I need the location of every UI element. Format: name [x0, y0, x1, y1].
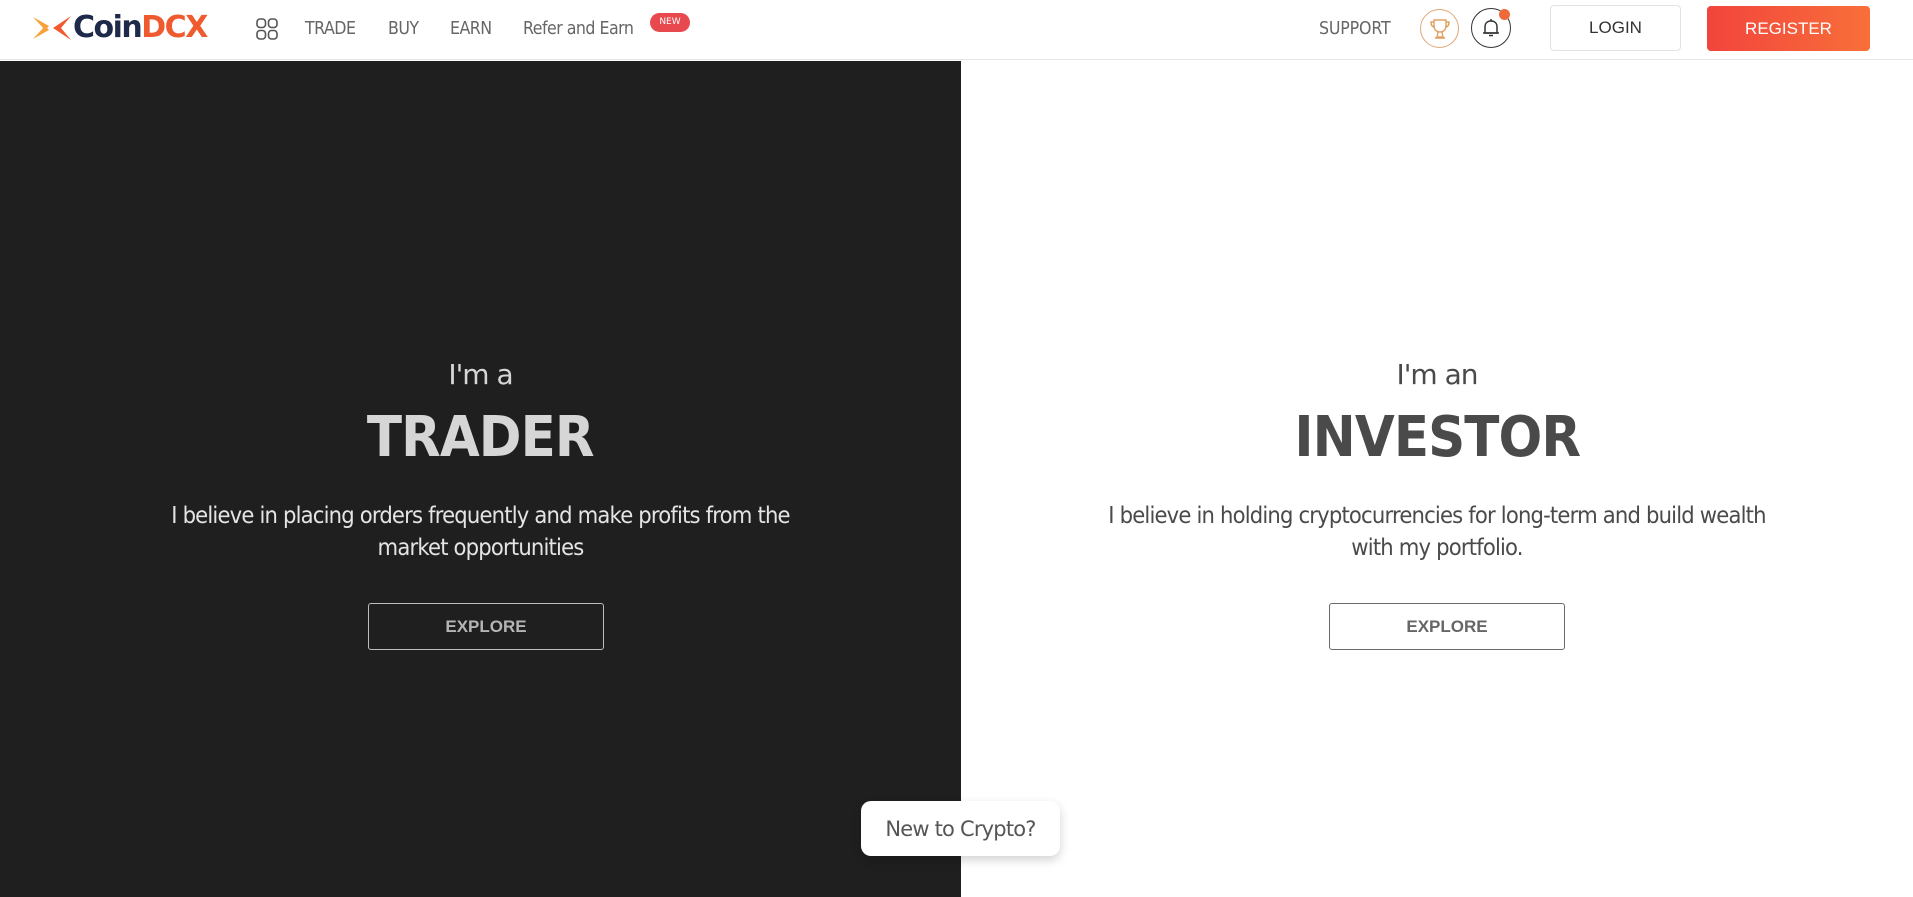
nav-support[interactable]: SUPPORT	[1319, 17, 1391, 41]
new-to-crypto-button[interactable]: New to Crypto?	[861, 801, 1060, 856]
investor-explore-button[interactable]: EXPLORE	[1329, 603, 1565, 650]
investor-description: I believe in holding cryptocurrencies fo…	[961, 500, 1913, 564]
nav-buy[interactable]: BUY	[388, 17, 419, 41]
investor-panel: I'm an INVESTOR I believe in holding cry…	[961, 61, 1913, 897]
logo-wordmark: CoinDCX	[73, 10, 208, 45]
trophy-icon	[1429, 18, 1450, 39]
top-nav-bar: CoinDCX TRADE BUY EARN Refer and Earn NE…	[0, 0, 1913, 60]
trader-description: I believe in placing orders frequently a…	[0, 500, 961, 564]
investor-title-text: INVESTOR	[1294, 405, 1581, 470]
trader-intro: I'm a	[448, 358, 513, 391]
investor-intro: I'm an	[1396, 358, 1478, 391]
trader-explore-button[interactable]: EXPLORE	[368, 603, 604, 650]
nav-earn[interactable]: EARN	[450, 17, 492, 41]
nav-trade[interactable]: TRADE	[305, 17, 356, 41]
trader-title: TRADER	[0, 405, 961, 470]
new-badge: NEW	[650, 13, 690, 32]
grid-icon[interactable]	[255, 17, 279, 41]
login-button[interactable]: LOGIN	[1550, 5, 1681, 51]
rewards-button[interactable]	[1420, 9, 1459, 48]
register-button[interactable]: REGISTER	[1707, 6, 1870, 51]
trader-panel: I'm a TRADER I believe in placing orders…	[0, 61, 961, 897]
coindcx-logo[interactable]: CoinDCX	[31, 10, 208, 45]
investor-description-text: I believe in holding cryptocurrencies fo…	[1108, 503, 1766, 561]
nav-refer-and-earn[interactable]: Refer and Earn	[523, 17, 634, 41]
notifications-button[interactable]	[1471, 8, 1511, 48]
investor-title: INVESTOR	[961, 405, 1913, 470]
trader-title-text: TRADER	[367, 405, 595, 470]
trader-description-text: I believe in placing orders frequently a…	[171, 503, 790, 561]
notification-dot	[1499, 9, 1510, 20]
coindcx-logo-mark-icon	[33, 16, 71, 40]
bell-icon	[1483, 19, 1499, 37]
